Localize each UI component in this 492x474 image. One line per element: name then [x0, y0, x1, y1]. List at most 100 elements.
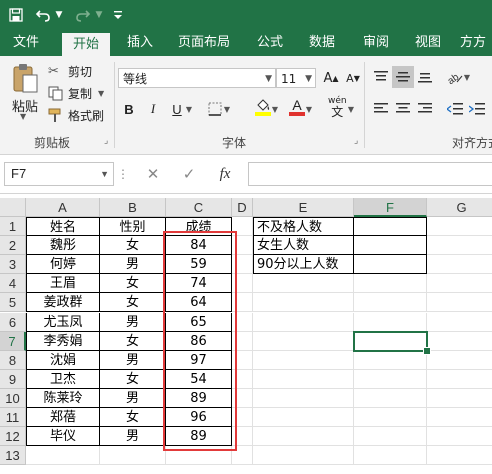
row-header-12[interactable]: 12 [0, 427, 26, 447]
cell[interactable] [354, 408, 427, 428]
summary-label-cell[interactable]: 女生人数 [253, 236, 354, 256]
increase-indent-icon[interactable] [466, 98, 488, 120]
cell[interactable] [427, 293, 492, 313]
row-header-4[interactable]: 4 [0, 274, 26, 294]
font-size-combo[interactable]: 11 ▼ [276, 68, 316, 88]
tab-formulas[interactable]: 公式 [250, 30, 290, 56]
fill-handle[interactable] [423, 346, 431, 355]
cell[interactable] [427, 274, 492, 294]
gender-cell[interactable]: 男 [100, 255, 166, 275]
summary-label-cell[interactable]: 90分以上人数 [253, 255, 354, 275]
clipboard-launcher-icon[interactable]: ⌟ [104, 136, 108, 146]
cell[interactable] [427, 351, 492, 370]
cell[interactable] [354, 388, 427, 408]
cell[interactable] [427, 313, 492, 332]
gender-cell[interactable]: 男 [100, 388, 166, 408]
gender-cell[interactable]: 男 [100, 427, 166, 447]
orientation-dropdown-icon[interactable]: ▼ [462, 66, 472, 88]
cell[interactable] [100, 446, 166, 466]
save-icon[interactable] [6, 4, 26, 26]
cancel-icon[interactable]: ✕ [140, 162, 166, 186]
border-dropdown-icon[interactable]: ▼ [222, 98, 232, 120]
tab-review[interactable]: 审阅 [356, 30, 396, 56]
name-cell[interactable]: 卫杰 [26, 369, 100, 389]
cell[interactable] [354, 369, 427, 389]
summary-value-cell[interactable] [354, 255, 427, 275]
column-header-c[interactable]: C [166, 198, 232, 217]
column-header-f[interactable]: F [354, 198, 427, 217]
column-header-g[interactable]: G [427, 198, 492, 217]
row-header-5[interactable]: 5 [0, 293, 26, 313]
name-cell[interactable]: 毕仪 [26, 427, 100, 447]
header-cell-name[interactable]: 姓名 [26, 217, 100, 237]
cell[interactable] [427, 255, 492, 275]
select-all-corner[interactable] [0, 198, 26, 217]
align-top-icon[interactable] [370, 66, 392, 88]
undo-icon[interactable] [34, 4, 52, 26]
cell[interactable] [253, 427, 354, 447]
row-header-8[interactable]: 8 [0, 350, 26, 370]
cell[interactable] [253, 350, 354, 370]
row-header-7[interactable]: 7 [0, 331, 26, 351]
format-painter-button[interactable]: 格式刷 [48, 106, 104, 124]
row-header-1[interactable]: 1 [0, 217, 26, 237]
cell[interactable] [427, 446, 492, 466]
gender-cell[interactable]: 女 [100, 369, 166, 389]
name-cell[interactable]: 王眉 [26, 274, 100, 294]
name-cell[interactable]: 尤玉凤 [26, 312, 100, 332]
row-header-10[interactable]: 10 [0, 388, 26, 408]
gender-cell[interactable]: 女 [100, 331, 166, 351]
tab-view[interactable]: 视图 [408, 30, 448, 56]
cell[interactable] [354, 427, 427, 447]
name-cell[interactable]: 魏彤 [26, 236, 100, 256]
redo-icon[interactable] [74, 4, 92, 26]
summary-label-cell[interactable]: 不及格人数 [253, 217, 354, 237]
italic-button[interactable]: I [142, 98, 164, 120]
cell[interactable] [427, 370, 492, 389]
summary-value-cell[interactable] [354, 217, 427, 237]
customize-quick-access-icon[interactable] [112, 4, 124, 26]
align-center-icon[interactable] [392, 98, 414, 120]
row-header-6[interactable]: 6 [0, 312, 26, 332]
more-options-icon[interactable]: ⋮ [116, 162, 130, 186]
align-middle-icon[interactable] [392, 66, 414, 88]
increase-font-icon[interactable]: A ▲ [320, 67, 342, 89]
name-cell[interactable]: 郑蓓 [26, 408, 100, 428]
gender-cell[interactable]: 男 [100, 312, 166, 332]
tab-file[interactable]: 文件 [6, 30, 46, 56]
tab-data[interactable]: 数据 [302, 30, 342, 56]
bold-button[interactable]: B [118, 98, 140, 120]
cell[interactable] [253, 293, 354, 313]
phonetic-dropdown-icon[interactable]: ▼ [346, 98, 356, 120]
cell[interactable] [253, 369, 354, 389]
row-header-9[interactable]: 9 [0, 369, 26, 389]
fill-color-dropdown-icon[interactable]: ▼ [270, 98, 280, 120]
decrease-indent-icon[interactable] [444, 98, 466, 120]
name-box[interactable]: F7 ▼ [4, 162, 114, 186]
column-header-a[interactable]: A [26, 198, 100, 217]
summary-value-cell[interactable] [354, 236, 427, 256]
insert-function-icon[interactable]: fx [212, 162, 238, 186]
cell[interactable] [354, 274, 427, 294]
tab-insert[interactable]: 插入 [120, 30, 160, 56]
cell[interactable] [427, 236, 492, 256]
name-cell[interactable]: 李秀娟 [26, 331, 100, 351]
cell[interactable] [26, 446, 100, 466]
tab-home[interactable]: 开始 [62, 33, 110, 56]
align-left-icon[interactable] [370, 98, 392, 120]
row-header-3[interactable]: 3 [0, 255, 26, 275]
cell[interactable] [427, 427, 492, 447]
font-color-dropdown-icon[interactable]: ▼ [304, 98, 314, 120]
cell[interactable] [427, 389, 492, 408]
cell[interactable] [354, 312, 427, 332]
align-right-icon[interactable] [414, 98, 436, 120]
paste-dropdown-icon[interactable]: ▼ [20, 112, 26, 121]
cell[interactable] [253, 312, 354, 332]
copy-dropdown-icon[interactable]: ▼ [98, 89, 104, 98]
gender-cell[interactable]: 女 [100, 274, 166, 294]
row-header-2[interactable]: 2 [0, 236, 26, 256]
enter-icon[interactable]: ✓ [176, 162, 202, 186]
gender-cell[interactable]: 男 [100, 350, 166, 370]
cell[interactable] [427, 217, 492, 237]
name-cell[interactable]: 姜政群 [26, 293, 100, 313]
